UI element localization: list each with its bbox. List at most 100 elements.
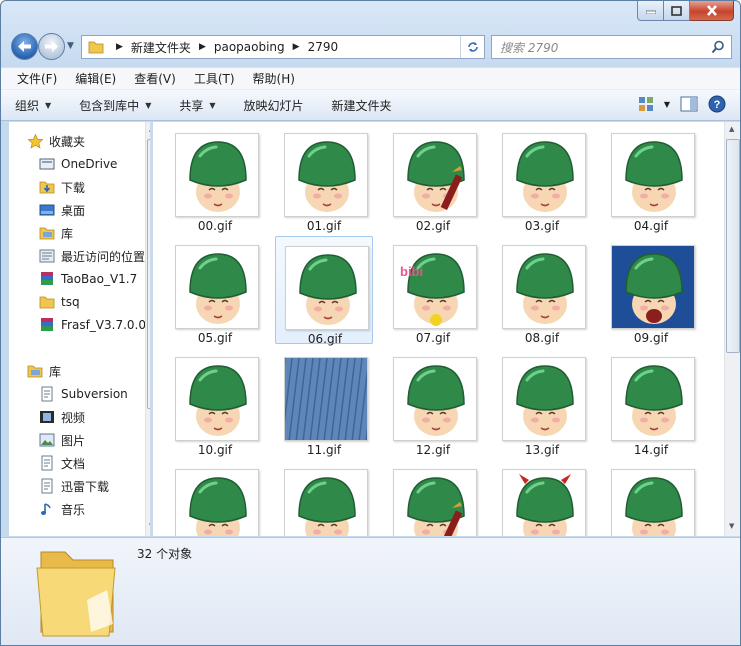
file-name[interactable]: 10.gif — [166, 443, 264, 457]
nav-item-libraries[interactable]: 库 — [39, 222, 73, 244]
file-thumbnail[interactable] — [502, 357, 586, 441]
view-options-icon[interactable] — [638, 96, 654, 112]
file-item[interactable]: 01.gif — [275, 124, 373, 233]
scroll-down-icon[interactable]: ▼ — [149, 522, 150, 530]
menu-tools[interactable]: 工具(T) — [184, 70, 243, 87]
back-button[interactable] — [11, 33, 38, 60]
scroll-up-icon[interactable]: ▲ — [149, 125, 150, 133]
file-thumbnail[interactable] — [175, 469, 259, 536]
scrollbar-thumb[interactable] — [147, 139, 150, 409]
breadcrumb-item[interactable]: 新建文件夹 — [131, 39, 191, 56]
file-thumbnail[interactable]: bibi — [393, 245, 477, 329]
content-scrollbar[interactable]: ▲ ▼ — [724, 122, 740, 536]
nav-item-thunder-downloads[interactable]: 迅雷下载 — [39, 475, 109, 497]
file-name[interactable]: 01.gif — [275, 219, 373, 233]
nav-item-documents[interactable]: 文档 — [39, 452, 85, 474]
file-item[interactable]: 12.gif — [384, 348, 482, 457]
file-name[interactable]: 02.gif — [384, 219, 482, 233]
file-name[interactable]: 09.gif — [602, 331, 700, 345]
file-item[interactable]: 11.gif — [275, 348, 373, 457]
breadcrumb-separator[interactable]: ▶ — [116, 42, 123, 52]
slideshow-button[interactable]: 放映幻灯片 — [244, 97, 304, 114]
breadcrumb-separator[interactable]: ▶ — [293, 42, 300, 52]
close-button[interactable] — [690, 1, 734, 21]
file-thumbnail[interactable] — [393, 357, 477, 441]
new-folder-button[interactable]: 新建文件夹 — [332, 97, 392, 114]
breadcrumb-separator[interactable]: ▶ — [199, 42, 206, 52]
file-thumbnail[interactable] — [175, 133, 259, 217]
nav-item-videos[interactable]: 视频 — [39, 406, 85, 428]
file-item[interactable]: bibi 07.gif — [384, 236, 482, 345]
breadcrumb-item[interactable]: 2790 — [308, 40, 339, 54]
file-item[interactable]: 09.gif — [602, 236, 700, 345]
file-thumbnail[interactable] — [175, 357, 259, 441]
nav-item-pictures[interactable]: 图片 — [39, 429, 85, 451]
minimize-button[interactable] — [637, 1, 664, 21]
menu-view[interactable]: 查看(V) — [124, 70, 184, 87]
nav-item-tsq[interactable]: tsq — [39, 291, 80, 313]
file-item[interactable]: 18.gif — [493, 460, 591, 536]
file-item[interactable]: 08.gif — [493, 236, 591, 345]
file-thumbnail[interactable] — [175, 245, 259, 329]
nav-item-music[interactable]: 音乐 — [39, 498, 85, 520]
file-thumbnail[interactable] — [611, 133, 695, 217]
file-name[interactable]: 00.gif — [166, 219, 264, 233]
file-item[interactable]: 05.gif — [166, 236, 264, 345]
scrollbar-thumb[interactable] — [726, 139, 740, 353]
file-thumbnail[interactable] — [393, 469, 477, 536]
file-name[interactable]: 04.gif — [602, 219, 700, 233]
recent-pages-dropdown[interactable]: ▼ — [67, 41, 74, 51]
nav-libraries-header[interactable]: 库 — [27, 360, 61, 382]
file-name[interactable]: 06.gif — [276, 332, 374, 346]
file-thumbnail[interactable] — [502, 245, 586, 329]
file-thumbnail[interactable] — [393, 133, 477, 217]
file-name[interactable]: 13.gif — [493, 443, 591, 457]
file-item[interactable]: 13.gif — [493, 348, 591, 457]
nav-item-downloads[interactable]: 下载 — [39, 176, 85, 198]
file-item[interactable]: 10.gif — [166, 348, 264, 457]
file-thumbnail[interactable] — [284, 133, 368, 217]
file-name[interactable]: 03.gif — [493, 219, 591, 233]
search-input[interactable]: 搜索 2790 — [491, 35, 732, 59]
file-item[interactable]: 04.gif — [602, 124, 700, 233]
file-item[interactable]: 06.gif — [275, 236, 374, 346]
file-thumbnail[interactable] — [284, 469, 368, 536]
nav-item-desktop[interactable]: 桌面 — [39, 199, 85, 221]
include-in-library-button[interactable]: 包含到库中 ▼ — [79, 97, 151, 114]
file-thumbnail[interactable] — [502, 469, 586, 536]
forward-button[interactable] — [38, 33, 65, 60]
file-item[interactable]: 14.gif — [602, 348, 700, 457]
nav-item-frasf[interactable]: Frasf_V3.7.0.0 — [39, 314, 146, 336]
nav-item-recent[interactable]: 最近访问的位置 — [39, 245, 145, 267]
file-name[interactable]: 12.gif — [384, 443, 482, 457]
share-button[interactable]: 共享 ▼ — [179, 97, 215, 114]
menu-file[interactable]: 文件(F) — [7, 70, 65, 87]
file-name[interactable]: 11.gif — [275, 443, 373, 457]
file-thumbnail[interactable] — [611, 245, 695, 329]
file-name[interactable]: 07.gif — [384, 331, 482, 345]
file-item[interactable]: 02.gif — [384, 124, 482, 233]
maximize-button[interactable] — [664, 1, 690, 21]
file-name[interactable]: 05.gif — [166, 331, 264, 345]
file-name[interactable]: 08.gif — [493, 331, 591, 345]
file-item[interactable]: 15.gif — [166, 460, 264, 536]
file-item[interactable]: 03.gif — [493, 124, 591, 233]
file-item[interactable]: 00.gif — [166, 124, 264, 233]
nav-scrollbar[interactable]: ▲ ▼ — [145, 122, 150, 536]
organize-button[interactable]: 组织 ▼ — [15, 97, 51, 114]
file-thumbnail[interactable] — [502, 133, 586, 217]
menu-help[interactable]: 帮助(H) — [243, 70, 303, 87]
file-item[interactable]: 16.gif — [275, 460, 373, 536]
scroll-up-icon[interactable]: ▲ — [729, 125, 734, 133]
nav-favorites-header[interactable]: 收藏夹 — [27, 130, 85, 152]
breadcrumb-item[interactable]: paopaobing — [214, 40, 285, 54]
menu-edit[interactable]: 编辑(E) — [65, 70, 124, 87]
file-thumbnail[interactable] — [284, 357, 368, 441]
file-item[interactable]: 亲爱的，我爱你19.gif — [602, 460, 700, 536]
nav-item-subversion[interactable]: Subversion — [39, 383, 128, 405]
help-icon[interactable]: ? — [708, 95, 726, 113]
scroll-down-icon[interactable]: ▼ — [729, 522, 734, 530]
file-thumbnail[interactable] — [611, 357, 695, 441]
nav-item-onedrive[interactable]: OneDrive — [39, 153, 117, 175]
refresh-button[interactable] — [460, 36, 484, 58]
